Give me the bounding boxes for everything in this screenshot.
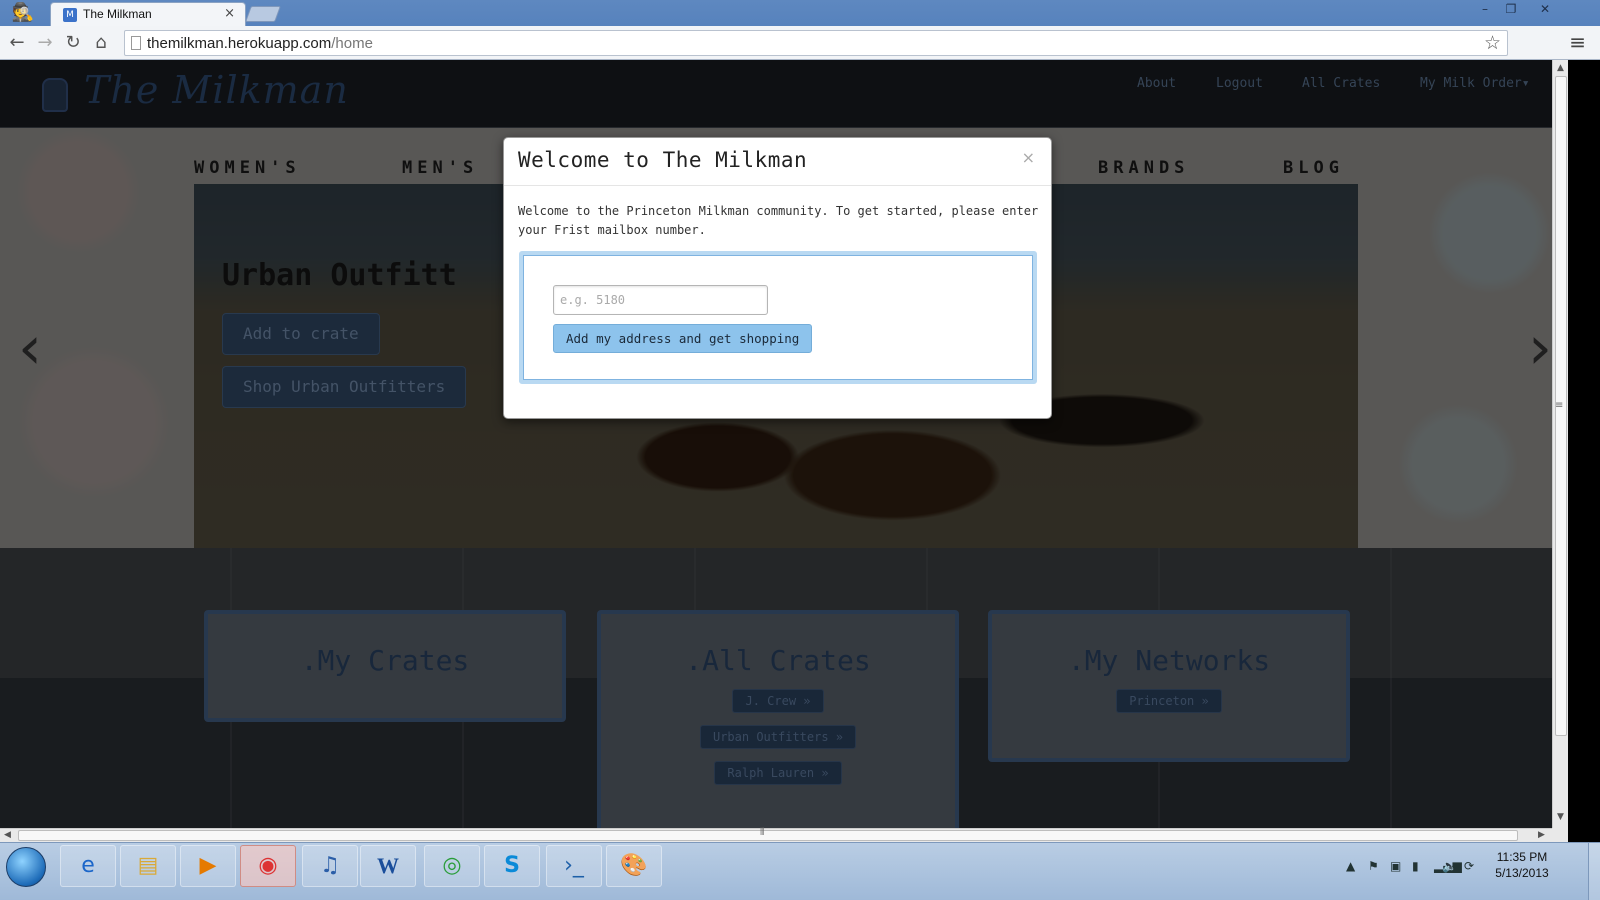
show-hidden-icons-icon[interactable]: ▲	[1346, 859, 1355, 873]
tab-active[interactable]: M The Milkman ×	[50, 2, 246, 26]
new-tab-button[interactable]	[245, 6, 281, 22]
tab-title: The Milkman	[83, 7, 152, 21]
minimize-icon[interactable]: –	[1472, 0, 1498, 18]
volume-icon[interactable]: 🔈	[1442, 859, 1457, 873]
horizontal-scrollbar[interactable]: ◀ ⦀ ▶	[0, 827, 1552, 842]
powershell-icon[interactable]: ›_	[546, 845, 602, 887]
browser-chrome: 🕵 M The Milkman × – ❐ ✕ ← → ↻ ⌂ themilkm…	[0, 0, 1600, 60]
forward-icon[interactable]: →	[34, 32, 56, 54]
start-button-icon[interactable]	[6, 847, 46, 887]
scroll-down-icon[interactable]: ▼	[1557, 812, 1564, 822]
address-bar[interactable]: themilkman.herokuapp.com/home ☆	[124, 30, 1508, 56]
incognito-icon: 🕵	[11, 2, 35, 23]
scroll-right-icon[interactable]: ▶	[1538, 830, 1545, 840]
page-viewport: The Milkman About Logout All Crates My M…	[0, 60, 1568, 828]
close-window-icon[interactable]: ✕	[1530, 0, 1560, 18]
welcome-modal: Welcome to The Milkman × Welcome to the …	[503, 137, 1052, 419]
tab-strip: 🕵 M The Milkman × – ❐ ✕	[0, 0, 1600, 26]
itunes-icon[interactable]: ♫	[302, 845, 358, 887]
mailbox-number-input[interactable]	[553, 285, 768, 315]
modal-description: Welcome to the Princeton Milkman communi…	[518, 204, 1039, 237]
spotify-icon[interactable]: ◎	[424, 845, 480, 887]
system-clock[interactable]: 11:35 PM 5/13/2013	[1488, 849, 1556, 881]
menu-icon[interactable]: ≡	[1569, 30, 1586, 54]
paint-icon[interactable]: 🎨	[606, 845, 662, 887]
bookmark-star-icon[interactable]: ☆	[1484, 32, 1501, 54]
grip-icon: ⦀	[760, 827, 765, 838]
horizontal-scroll-thumb[interactable]	[18, 830, 1518, 841]
device-icon[interactable]: ▣	[1390, 859, 1401, 873]
modal-header: Welcome to The Milkman ×	[504, 138, 1051, 186]
add-address-button[interactable]: Add my address and get shopping	[553, 324, 813, 353]
restore-icon[interactable]: ❐	[1498, 0, 1524, 18]
vertical-scrollbar[interactable]: ▲ ≡ ▼	[1552, 60, 1568, 828]
skype-icon[interactable]: S	[484, 845, 540, 887]
word-icon[interactable]: W	[360, 845, 416, 887]
favicon-icon: M	[63, 8, 77, 22]
clock-time: 11:35 PM	[1496, 850, 1548, 864]
chrome-icon[interactable]: ◉	[240, 845, 296, 887]
home-icon[interactable]: ⌂	[90, 32, 112, 54]
modal-close-icon[interactable]: ×	[1022, 148, 1035, 167]
scroll-up-icon[interactable]: ▲	[1557, 63, 1564, 73]
tab-close-icon[interactable]: ×	[224, 6, 235, 21]
grip-icon: ≡	[1555, 400, 1564, 411]
clock-date: 5/13/2013	[1495, 866, 1549, 880]
url-text: themilkman.herokuapp.com/home	[147, 35, 373, 52]
sync-icon[interactable]: ⟳	[1464, 859, 1474, 873]
toolbar: ← → ↻ ⌂ themilkman.herokuapp.com/home ☆ …	[0, 26, 1600, 60]
scroll-left-icon[interactable]: ◀	[4, 830, 11, 840]
power-icon[interactable]: ▮	[1412, 859, 1419, 873]
modal-title: Welcome to The Milkman	[518, 148, 808, 172]
mailbox-form: Add my address and get shopping	[519, 251, 1037, 384]
page-icon	[131, 36, 141, 50]
taskbar: e ▤ ▶ ◉ ♫ W ◎ S ›_ 🎨 ▲ ⚑ ▣ ▮ ▂▄▆ 🔈 ⟳ 11:…	[0, 842, 1600, 900]
url-path: /home	[331, 35, 373, 52]
back-icon[interactable]: ←	[6, 32, 28, 54]
internet-explorer-icon[interactable]: e	[60, 845, 116, 887]
url-host: themilkman.herokuapp.com	[147, 35, 332, 52]
file-explorer-icon[interactable]: ▤	[120, 845, 176, 887]
media-player-icon[interactable]: ▶	[180, 845, 236, 887]
show-desktop-button[interactable]	[1588, 843, 1600, 900]
action-center-flag-icon[interactable]: ⚑	[1368, 859, 1379, 873]
reload-icon[interactable]: ↻	[62, 32, 84, 54]
